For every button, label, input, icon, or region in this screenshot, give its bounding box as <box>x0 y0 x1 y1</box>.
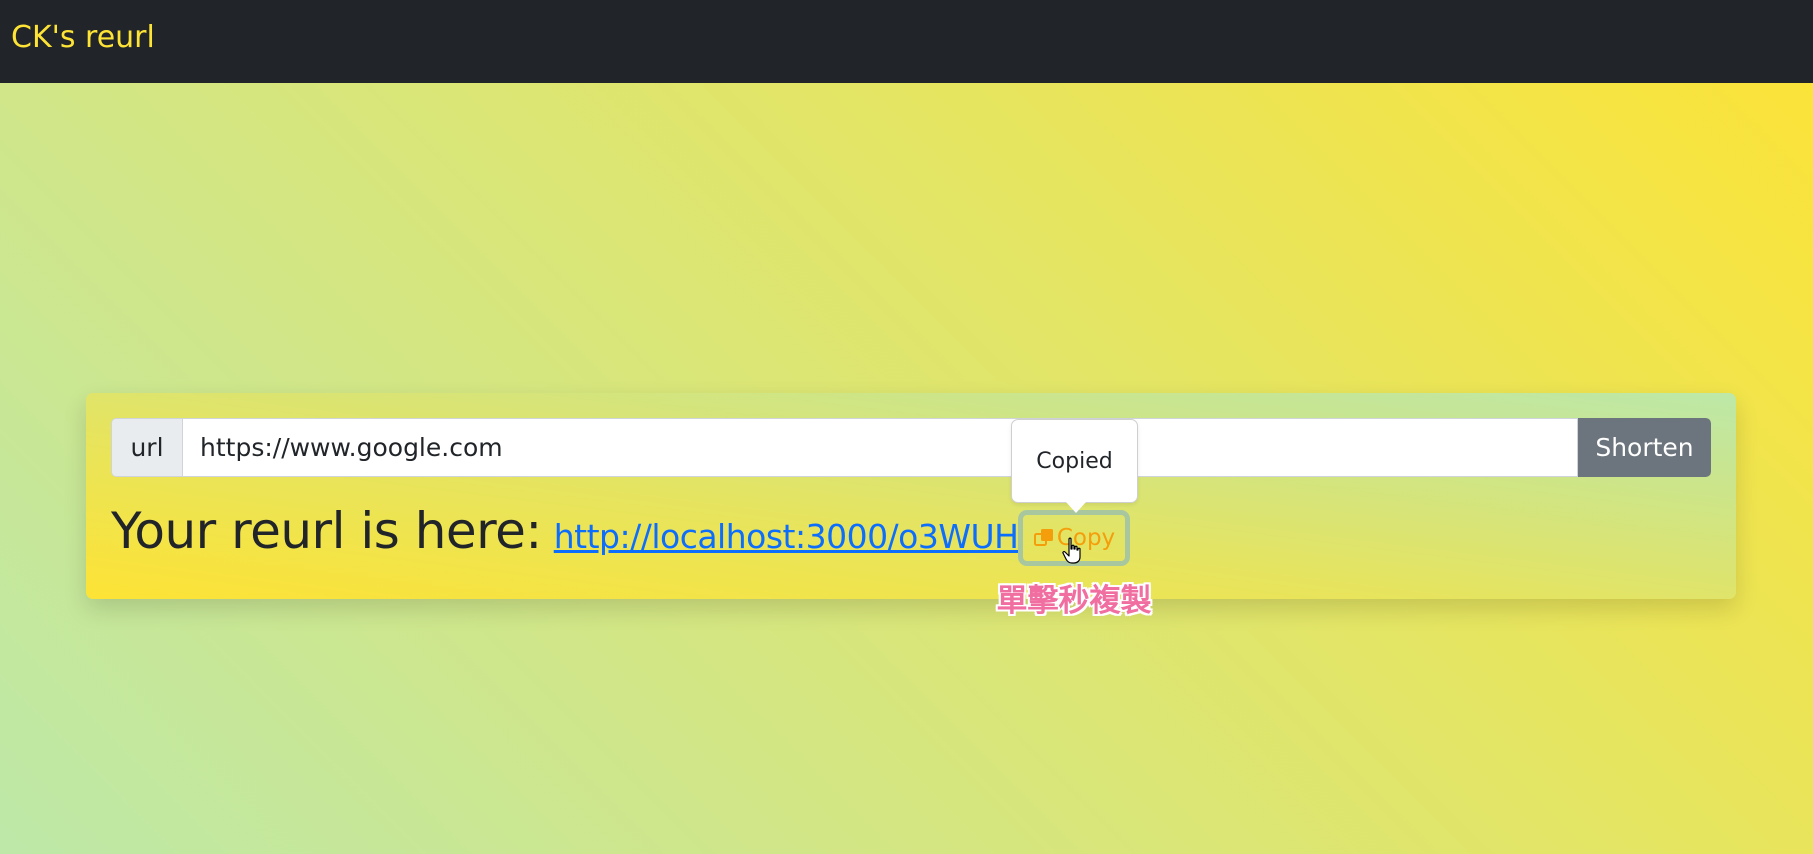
copy-icon <box>1033 527 1055 549</box>
url-input-group: url Shorten <box>111 418 1711 477</box>
copy-hint-annotation: 單擊秒複製 <box>996 583 1152 619</box>
url-addon-label: url <box>111 418 182 477</box>
navbar: CK's reurl <box>0 0 1813 83</box>
hand-pointer-icon <box>1062 537 1081 564</box>
reurl-card: url Shorten Your reurl is here: http://l… <box>86 393 1736 599</box>
copied-tooltip: Copied <box>1011 419 1138 513</box>
result-row: Your reurl is here: http://localhost:300… <box>111 501 1019 561</box>
shorten-button[interactable]: Shorten <box>1578 418 1711 477</box>
result-label: Your reurl is here: <box>111 502 542 560</box>
short-url-link[interactable]: http://localhost:3000/o3WUH <box>554 517 1019 556</box>
url-input[interactable] <box>182 418 1578 477</box>
brand-logo-link[interactable]: CK's reurl <box>11 18 155 58</box>
